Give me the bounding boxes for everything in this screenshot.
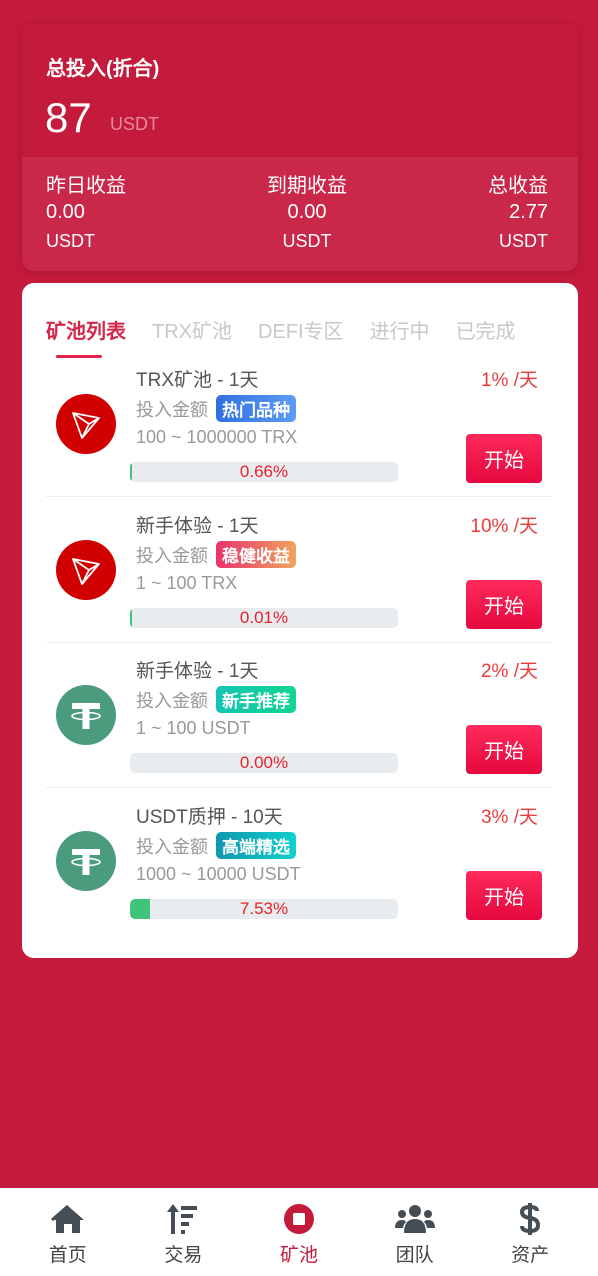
- pool-daily-rate: 10% /天: [470, 516, 538, 537]
- tab-pool-list[interactable]: 矿池列表: [46, 315, 126, 358]
- stat-label: 总收益: [488, 175, 548, 197]
- invest-label: 投入金额: [136, 690, 208, 711]
- stat-value: 0.00: [287, 201, 327, 223]
- sort-icon: [166, 1202, 200, 1236]
- pool-badge: 热门品种: [216, 395, 296, 422]
- pool-range: 1 ~ 100 USDT: [136, 718, 251, 738]
- users-icon: [394, 1202, 436, 1236]
- stat-unit: USDT: [499, 231, 548, 251]
- trx-coin-icon: [56, 394, 116, 454]
- progress-text: 7.53%: [239, 899, 289, 918]
- stat-value: 2.77: [509, 201, 548, 223]
- pool-name: TRX矿池 - 1天: [136, 370, 259, 391]
- stat-yesterday-earnings: 昨日收益 0.00 USDT: [46, 169, 126, 271]
- usdt-coin-icon: [56, 685, 116, 745]
- pool-invest-row: 投入金额 新手推荐: [136, 686, 296, 713]
- stat-total-earnings: 总收益 2.77 USDT: [488, 169, 548, 271]
- bottom-navigation: 首页 交易 矿池 团队 资产: [0, 1188, 598, 1276]
- stat-label: 昨日收益: [46, 175, 126, 197]
- pool-progress-bar: 0.00%: [130, 753, 398, 773]
- tab-completed[interactable]: 已完成: [456, 315, 516, 344]
- pool-progress-bar: 7.53%: [130, 899, 398, 919]
- start-button[interactable]: 开始: [466, 871, 542, 920]
- pool-name: 新手体验 - 1天: [136, 661, 259, 682]
- nav-assets[interactable]: 资产: [480, 1188, 580, 1276]
- pool-badge: 高端精选: [216, 832, 296, 859]
- nav-label: 团队: [395, 1245, 434, 1266]
- pool-item: 新手体验 - 1天 投入金额 新手推荐 1 ~ 100 USDT 0.00% 2…: [46, 642, 552, 788]
- start-button[interactable]: 开始: [466, 725, 542, 774]
- nav-home[interactable]: 首页: [18, 1188, 118, 1276]
- invest-label: 投入金额: [136, 399, 208, 420]
- pool-progress-bar: 0.66%: [130, 462, 398, 482]
- tab-defi-zone[interactable]: DEFI专区: [258, 315, 344, 344]
- trx-coin-icon: [56, 540, 116, 600]
- dollar-icon: [519, 1202, 541, 1236]
- pool-name: 新手体验 - 1天: [136, 516, 259, 537]
- pool-item: USDT质押 - 10天 投入金额 高端精选 1000 ~ 10000 USDT…: [46, 788, 552, 934]
- stat-unit: USDT: [282, 231, 332, 251]
- pool-invest-row: 投入金额 热门品种: [136, 395, 296, 422]
- invest-label: 投入金额: [136, 545, 208, 566]
- pool-tabs: 矿池列表 TRX矿池 DEFI专区 进行中 已完成: [46, 315, 542, 358]
- nav-label: 首页: [48, 1245, 87, 1266]
- summary-title: 总投入(折合): [46, 58, 160, 80]
- progress-text: 0.01%: [239, 608, 289, 627]
- nav-label: 资产: [511, 1245, 550, 1266]
- pool-item: TRX矿池 - 1天 投入金额 热门品种 100 ~ 1000000 TRX 0…: [46, 351, 552, 497]
- nav-label: 交易: [164, 1245, 203, 1266]
- pool-range: 1 ~ 100 TRX: [136, 573, 238, 593]
- pool-daily-rate: 2% /天: [480, 661, 538, 682]
- pool-progress-bar: 0.01%: [130, 608, 398, 628]
- total-investment-amount: 87: [45, 94, 92, 141]
- pool-range: 100 ~ 1000000 TRX: [136, 427, 298, 447]
- start-button[interactable]: 开始: [466, 580, 542, 629]
- stat-value: 0.00: [46, 201, 85, 223]
- stat-unit: USDT: [46, 231, 95, 251]
- stat-maturity-earnings: 到期收益 0.00 USDT: [267, 169, 347, 271]
- pool-badge: 稳健收益: [216, 541, 296, 568]
- nav-label: 矿池: [279, 1245, 318, 1266]
- nav-mining-pool[interactable]: 矿池: [249, 1188, 349, 1276]
- earnings-stats: 昨日收益 0.00 USDT 到期收益 0.00 USDT 总收益 2.77 U…: [22, 157, 578, 271]
- pool-invest-row: 投入金额 稳健收益: [136, 541, 296, 568]
- start-button[interactable]: 开始: [466, 434, 542, 483]
- tab-in-progress[interactable]: 进行中: [370, 315, 430, 344]
- pool-list-panel: 矿池列表 TRX矿池 DEFI专区 进行中 已完成 TRX矿池 - 1天 投入金…: [22, 283, 578, 958]
- pool-range: 1000 ~ 10000 USDT: [136, 864, 301, 884]
- pool-daily-rate: 3% /天: [480, 807, 538, 828]
- stop-circle-icon: [283, 1202, 315, 1236]
- total-investment-unit: USDT: [110, 114, 159, 134]
- progress-text: 0.00%: [239, 753, 289, 772]
- home-icon: [50, 1202, 86, 1236]
- progress-text: 0.66%: [239, 462, 289, 481]
- usdt-coin-icon: [56, 831, 116, 891]
- stat-label: 到期收益: [267, 175, 347, 197]
- pool-daily-rate: 1% /天: [480, 370, 538, 391]
- investment-summary-card: 总投入(折合) 87 USDT 昨日收益 0.00 USDT 到期收益 0.00…: [22, 24, 578, 271]
- nav-team[interactable]: 团队: [365, 1188, 465, 1276]
- pool-badge: 新手推荐: [216, 686, 296, 713]
- nav-trade[interactable]: 交易: [133, 1188, 233, 1276]
- tab-trx-pool[interactable]: TRX矿池: [152, 315, 232, 344]
- pool-item: 新手体验 - 1天 投入金额 稳健收益 1 ~ 100 TRX 0.01% 10…: [46, 497, 552, 643]
- pool-name: USDT质押 - 10天: [136, 807, 283, 828]
- pool-invest-row: 投入金额 高端精选: [136, 832, 296, 859]
- invest-label: 投入金额: [136, 836, 208, 857]
